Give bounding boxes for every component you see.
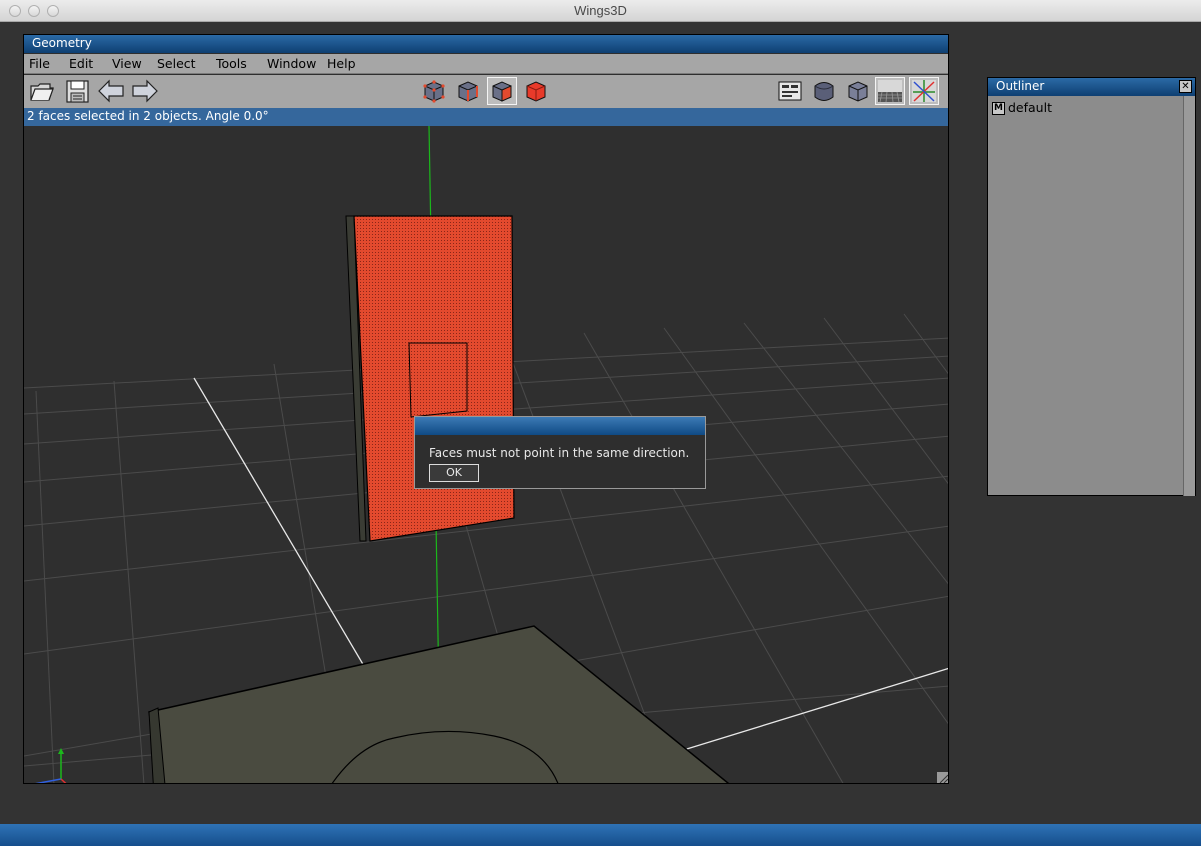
z-axis-line xyxy=(663,667,948,757)
outliner-item-default[interactable]: Mdefault xyxy=(992,100,1052,115)
status-bar: 2 faces selected in 2 objects. Angle 0.0… xyxy=(24,108,948,126)
error-dialog: Faces must not point in the same directi… xyxy=(414,416,706,489)
close-icon[interactable]: ✕ xyxy=(1179,80,1192,93)
menu-window[interactable]: Window xyxy=(267,56,316,71)
outliner-title[interactable]: Outliner xyxy=(988,78,1195,96)
foreground-cylinder-object xyxy=(148,625,730,783)
selected-box-object xyxy=(345,215,515,542)
ok-button[interactable]: OK xyxy=(429,464,479,482)
dialog-message: Faces must not point in the same directi… xyxy=(429,446,690,460)
outliner-item-label: default xyxy=(1008,100,1052,115)
menu-help[interactable]: Help xyxy=(327,56,356,71)
menu-file[interactable]: File xyxy=(29,56,50,71)
body-mode-icon[interactable] xyxy=(522,78,550,104)
axes-icon[interactable] xyxy=(909,77,939,105)
menu-view[interactable]: View xyxy=(112,56,142,71)
menubar: File Edit View Select Tools Window Help xyxy=(24,54,948,74)
menu-edit[interactable]: Edit xyxy=(69,56,93,71)
undo-arrow-icon[interactable] xyxy=(97,78,125,104)
smooth-shade-icon[interactable] xyxy=(810,78,838,104)
menu-tools[interactable]: Tools xyxy=(216,56,247,71)
groundplane-grid-icon[interactable] xyxy=(776,78,804,104)
material-icon: M xyxy=(992,102,1005,115)
outliner-window: Outliner ✕ Mdefault xyxy=(987,77,1196,496)
wireframe-shade-icon[interactable] xyxy=(844,78,872,104)
bottom-status-bar xyxy=(0,824,1201,846)
toolbar xyxy=(24,75,948,108)
geometry-window: Geometry File Edit View Select Tools Win… xyxy=(23,34,949,784)
edge-mode-icon[interactable] xyxy=(454,78,482,104)
resize-grip-icon xyxy=(937,772,948,783)
app-title: Wings3D xyxy=(574,3,627,18)
redo-arrow-icon[interactable] xyxy=(131,78,159,104)
menu-select[interactable]: Select xyxy=(157,56,196,71)
open-icon[interactable] xyxy=(28,78,56,104)
dialog-titlebar[interactable] xyxy=(415,417,705,435)
face-mode-icon[interactable] xyxy=(487,77,517,105)
geometry-window-title[interactable]: Geometry xyxy=(24,35,948,53)
outliner-scrollbar[interactable] xyxy=(1183,96,1195,496)
vertex-mode-icon[interactable] xyxy=(420,78,448,104)
grid-icon[interactable] xyxy=(875,77,905,105)
app-titlebar: Wings3D xyxy=(0,0,1201,22)
save-icon[interactable] xyxy=(64,78,92,104)
